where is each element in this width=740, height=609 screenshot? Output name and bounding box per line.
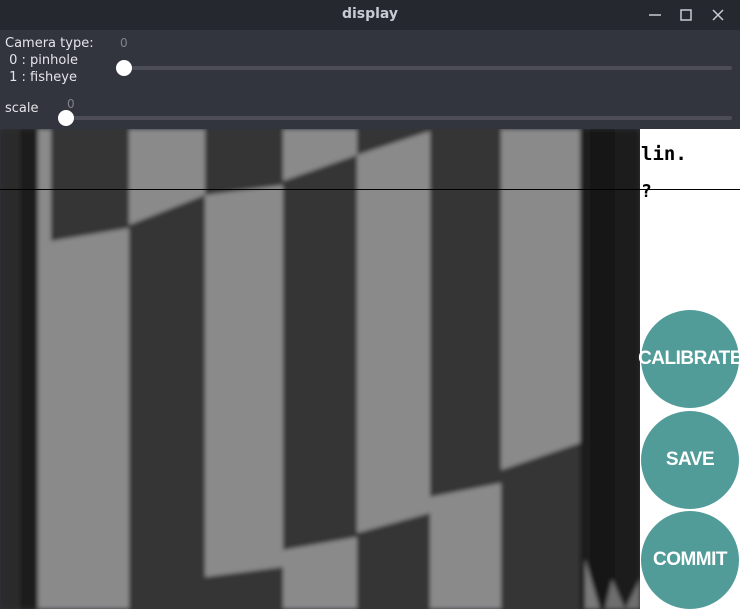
camera-type-label: Camera type: 0 : pinhole 1 : fisheye xyxy=(5,36,94,85)
maximize-button[interactable] xyxy=(676,5,696,25)
minimize-icon xyxy=(649,14,661,16)
camera-type-slider-handle[interactable] xyxy=(116,60,132,76)
close-button[interactable] xyxy=(708,5,728,25)
board-right-shade xyxy=(590,129,615,609)
guide-line xyxy=(0,189,740,190)
camera-type-value: 0 xyxy=(120,36,128,50)
board-edge-shade xyxy=(0,129,20,609)
title-bar: display xyxy=(0,0,740,30)
save-button[interactable]: SAVE xyxy=(641,411,739,509)
save-label: SAVE xyxy=(665,449,715,470)
camera-type-slider-track[interactable] xyxy=(124,66,732,70)
scale-slider-handle[interactable] xyxy=(58,110,74,126)
display-view: lin. ? CALIBRATE SAVE COMMIT xyxy=(0,129,740,609)
board-square-mid-7 xyxy=(430,129,501,497)
board-square-top-2 xyxy=(51,129,129,241)
board-column-5 xyxy=(283,129,357,609)
minimize-button[interactable] xyxy=(645,5,665,25)
trackbar-panel: Camera type: 0 : pinhole 1 : fisheye 0 s… xyxy=(0,30,740,129)
calibrate-button[interactable]: CALIBRATE xyxy=(638,310,740,408)
scale-label: scale xyxy=(5,101,39,116)
board-square-top-4 xyxy=(205,129,283,195)
commit-button[interactable]: COMMIT xyxy=(641,511,739,609)
board-column-4 xyxy=(205,129,283,609)
scale-slider-track[interactable] xyxy=(66,116,732,120)
status-text-lin: lin. xyxy=(641,143,687,165)
close-icon xyxy=(712,9,724,21)
camera-image xyxy=(0,129,640,609)
window-title: display xyxy=(341,6,399,22)
maximize-icon xyxy=(680,9,692,21)
commit-label: COMMIT xyxy=(652,549,728,570)
calibrate-label: CALIBRATE xyxy=(638,348,740,369)
scale-value: 0 xyxy=(67,97,75,111)
status-text-unknown: ? xyxy=(641,181,652,202)
board-column-1 xyxy=(38,129,51,609)
board-square-bottom-8 xyxy=(501,443,580,609)
